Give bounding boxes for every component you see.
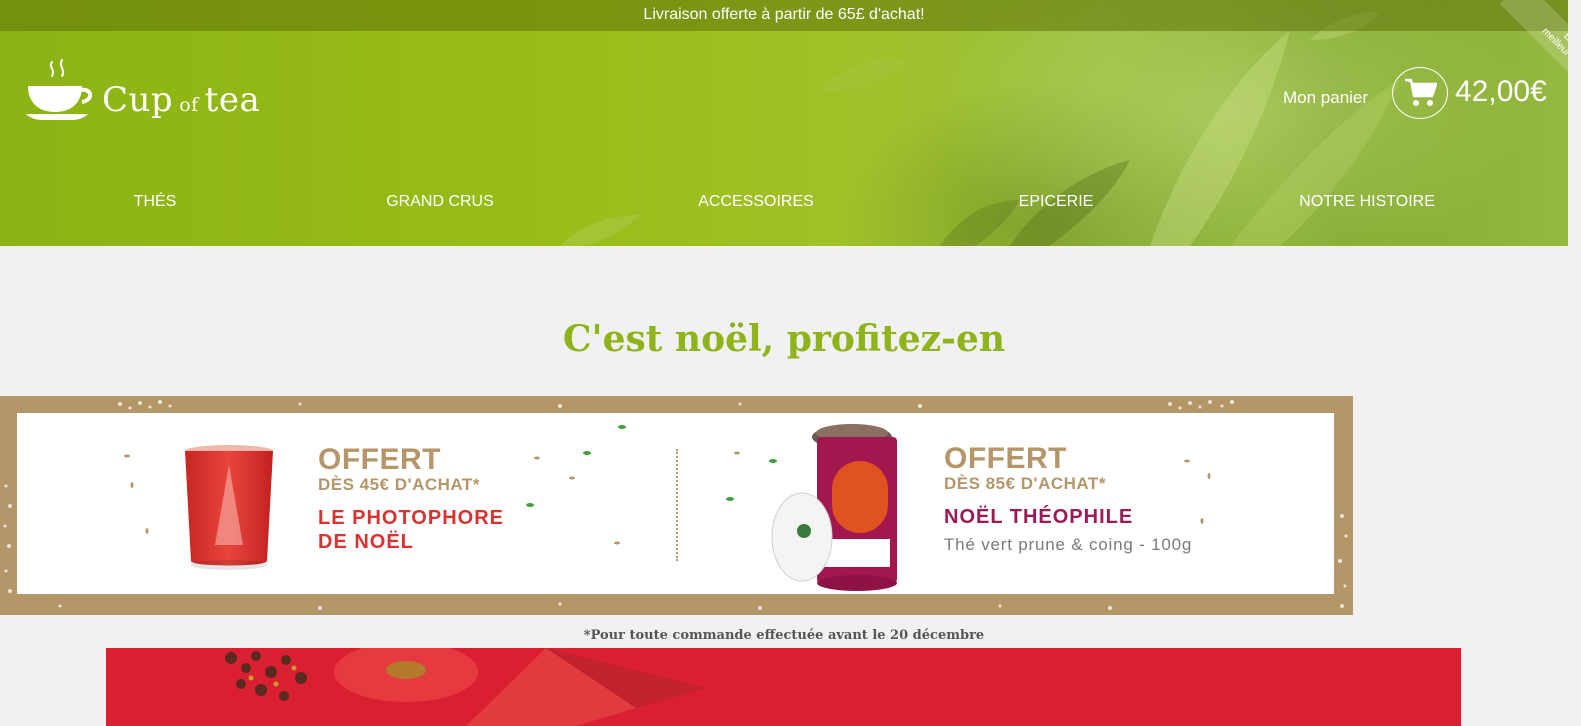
page-title: C'est noël, profitez-en: [562, 318, 1006, 360]
site-logo[interactable]: Cup of tea: [26, 58, 266, 130]
christmas-promo-banner[interactable]: OFFERT DÈS 45€ D'ACHAT* LE PHOTOPHORE DE…: [0, 396, 1353, 615]
nav-item-epicerie[interactable]: EPICERIE: [1019, 193, 1094, 211]
left-offer-product-line2: DE NOËL: [318, 531, 414, 553]
nav-item-grand-crus[interactable]: GRAND CRUS: [386, 193, 494, 211]
scrollbar-track[interactable]: [1568, 0, 1581, 726]
cart-button[interactable]: [1392, 67, 1448, 119]
site-header: Livraison offerte à partir de 65£ d'acha…: [0, 0, 1568, 246]
right-offer-description: Thé vert prune & coing - 100g: [944, 535, 1193, 554]
logo-word-of: of: [179, 94, 199, 116]
free-shipping-bar: Livraison offerte à partir de 65£ d'acha…: [0, 0, 1568, 31]
logo-word-cup: Cup: [102, 80, 174, 120]
nav-item-notre-histoire[interactable]: NOTRE HISTOIRE: [1299, 193, 1435, 211]
secondary-promo-banner[interactable]: [106, 648, 1461, 726]
cart-label[interactable]: Mon panier: [1283, 88, 1368, 108]
right-offer-title: OFFERT: [944, 442, 1067, 475]
logo-wordmark: Cup of tea: [102, 80, 260, 120]
right-offer-threshold: DÈS 85€ D'ACHAT*: [944, 474, 1106, 493]
left-offer-product-line1: LE PHOTOPHORE: [318, 507, 504, 529]
award-ribbon: Élu meilleur thé: [1478, 0, 1568, 112]
left-offer-product: LE PHOTOPHORE DE NOËL: [318, 506, 504, 554]
award-ribbon-band: Élu meilleur thé: [1499, 0, 1568, 111]
nav-item-accessoires[interactable]: ACCESSOIRES: [698, 193, 814, 211]
promo-footnote: *Pour toute commande effectuée avant le …: [583, 628, 985, 643]
left-offer-threshold: DÈS 45€ D'ACHAT*: [318, 475, 480, 494]
shopping-cart-icon: [1405, 78, 1437, 106]
left-offer-title: OFFERT: [318, 443, 441, 476]
photophore-candle-image: [185, 445, 273, 570]
nav-item-thes[interactable]: THÉS: [134, 193, 177, 211]
noel-theophile-tin-image: [771, 424, 897, 591]
teacup-icon: [26, 59, 93, 120]
promo-divider: [676, 449, 678, 561]
promo-content: OFFERT DÈS 45€ D'ACHAT* LE PHOTOPHORE DE…: [17, 413, 1334, 594]
logo-word-tea: tea: [204, 80, 261, 120]
secondary-banner-artwork: [225, 648, 706, 726]
main-nav: THÉS GRAND CRUS ACCESSOIRES EPICERIE NOT…: [0, 193, 1568, 219]
right-offer-product: NOËL THÉOPHILE: [944, 506, 1134, 528]
award-line2: meilleur thé: [1539, 26, 1568, 70]
